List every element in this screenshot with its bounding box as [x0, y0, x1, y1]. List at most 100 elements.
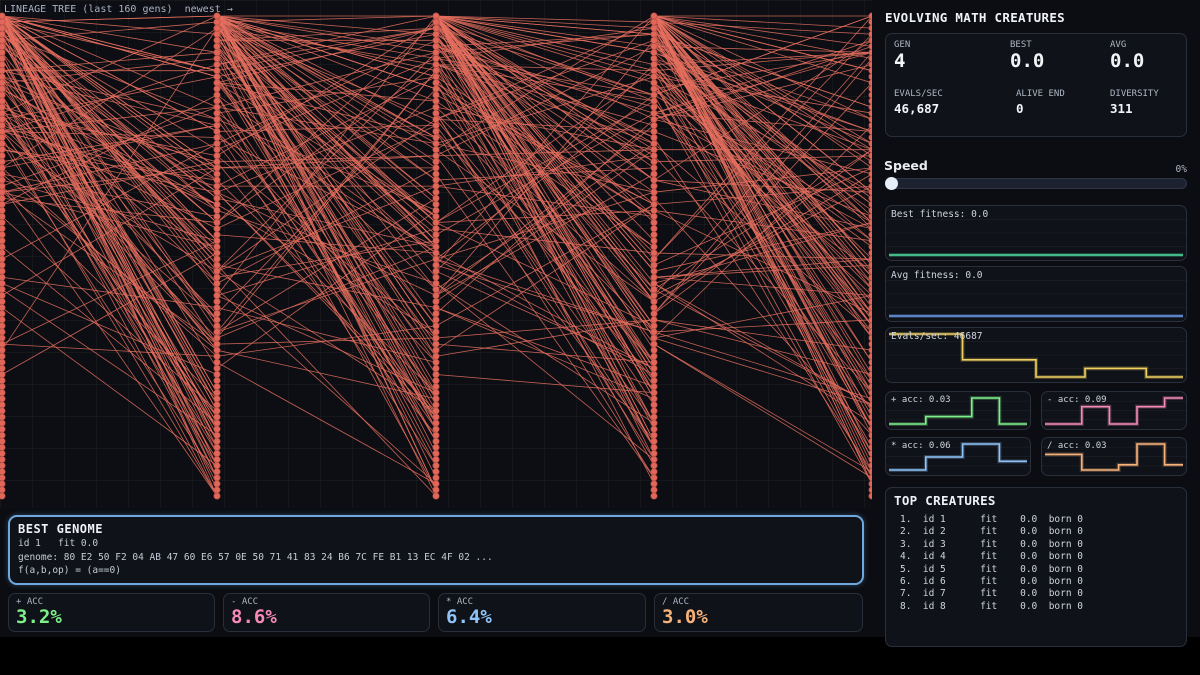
lineage-node[interactable]: [432, 370, 440, 378]
lineage-node[interactable]: [432, 67, 440, 75]
lineage-node[interactable]: [432, 231, 440, 239]
lineage-node[interactable]: [432, 115, 440, 123]
lineage-node[interactable]: [213, 285, 221, 293]
lineage-node[interactable]: [213, 206, 221, 214]
lineage-node[interactable]: [0, 389, 6, 397]
lineage-node[interactable]: [213, 407, 221, 415]
lineage-node[interactable]: [432, 456, 440, 464]
lineage-node[interactable]: [213, 67, 221, 75]
lineage-node[interactable]: [650, 456, 658, 464]
lineage-node[interactable]: [650, 182, 658, 190]
lineage-node[interactable]: [213, 437, 221, 445]
lineage-node[interactable]: [650, 67, 658, 75]
lineage-node[interactable]: [432, 285, 440, 293]
lineage-node[interactable]: [432, 200, 440, 208]
lineage-node[interactable]: [0, 474, 6, 482]
lineage-node[interactable]: [0, 140, 6, 148]
lineage-node[interactable]: [432, 134, 440, 142]
lineage-node[interactable]: [0, 261, 6, 269]
lineage-node[interactable]: [213, 413, 221, 421]
lineage-node[interactable]: [650, 486, 658, 494]
lineage-node[interactable]: [213, 79, 221, 87]
lineage-node[interactable]: [213, 449, 221, 457]
lineage-node[interactable]: [650, 24, 658, 32]
lineage-node[interactable]: [650, 188, 658, 196]
lineage-node[interactable]: [0, 30, 6, 38]
lineage-node[interactable]: [213, 358, 221, 366]
lineage-node[interactable]: [650, 291, 658, 299]
lineage-node[interactable]: [650, 55, 658, 63]
lineage-node[interactable]: [432, 334, 440, 342]
lineage-node[interactable]: [432, 164, 440, 172]
lineage-node[interactable]: [213, 273, 221, 281]
lineage-node[interactable]: [213, 328, 221, 336]
lineage-node[interactable]: [650, 358, 658, 366]
lineage-node[interactable]: [0, 492, 6, 500]
lineage-node[interactable]: [432, 449, 440, 457]
lineage-node[interactable]: [213, 85, 221, 93]
lineage-node[interactable]: [432, 24, 440, 32]
lineage-node[interactable]: [650, 249, 658, 257]
lineage-node[interactable]: [213, 401, 221, 409]
lineage-node[interactable]: [650, 462, 658, 470]
lineage-node[interactable]: [0, 231, 6, 239]
top-creature-row[interactable]: 1. id 1 fit 0.0 born 0: [900, 514, 1083, 526]
lineage-node[interactable]: [0, 419, 6, 427]
lineage-node[interactable]: [650, 219, 658, 227]
lineage-node[interactable]: [650, 328, 658, 336]
lineage-node[interactable]: [213, 456, 221, 464]
lineage-node[interactable]: [213, 316, 221, 324]
lineage-node[interactable]: [213, 213, 221, 221]
lineage-node[interactable]: [650, 79, 658, 87]
lineage-node[interactable]: [0, 158, 6, 166]
lineage-node[interactable]: [0, 24, 6, 32]
lineage-node[interactable]: [650, 194, 658, 202]
lineage-node[interactable]: [0, 328, 6, 336]
lineage-node[interactable]: [213, 298, 221, 306]
lineage-node[interactable]: [213, 91, 221, 99]
lineage-node[interactable]: [650, 425, 658, 433]
lineage-node[interactable]: [432, 474, 440, 482]
lineage-node[interactable]: [650, 146, 658, 154]
lineage-node[interactable]: [432, 480, 440, 488]
lineage-node[interactable]: [650, 200, 658, 208]
lineage-node[interactable]: [432, 364, 440, 372]
lineage-node[interactable]: [650, 346, 658, 354]
lineage-node[interactable]: [432, 267, 440, 275]
lineage-node[interactable]: [213, 443, 221, 451]
lineage-node[interactable]: [0, 182, 6, 190]
lineage-node[interactable]: [432, 158, 440, 166]
lineage-node[interactable]: [0, 194, 6, 202]
lineage-node[interactable]: [432, 225, 440, 233]
lineage-node[interactable]: [650, 30, 658, 38]
lineage-node[interactable]: [213, 291, 221, 299]
lineage-node[interactable]: [650, 97, 658, 105]
lineage-node[interactable]: [432, 109, 440, 117]
lineage-node[interactable]: [213, 18, 221, 26]
lineage-node[interactable]: [432, 340, 440, 348]
lineage-node[interactable]: [213, 127, 221, 135]
lineage-node[interactable]: [213, 279, 221, 287]
lineage-node[interactable]: [650, 468, 658, 476]
speed-slider-thumb[interactable]: [885, 177, 898, 190]
lineage-node[interactable]: [213, 322, 221, 330]
lineage-node[interactable]: [432, 85, 440, 93]
lineage-node[interactable]: [650, 370, 658, 378]
lineage-node[interactable]: [650, 243, 658, 251]
lineage-node[interactable]: [0, 334, 6, 342]
lineage-node[interactable]: [0, 480, 6, 488]
lineage-node[interactable]: [650, 437, 658, 445]
lineage-node[interactable]: [213, 267, 221, 275]
lineage-node[interactable]: [432, 407, 440, 415]
lineage-node[interactable]: [0, 176, 6, 184]
lineage-node[interactable]: [0, 449, 6, 457]
lineage-node[interactable]: [0, 164, 6, 172]
lineage-node[interactable]: [432, 121, 440, 129]
lineage-node[interactable]: [650, 261, 658, 269]
lineage-node[interactable]: [432, 206, 440, 214]
lineage-node[interactable]: [0, 377, 6, 385]
lineage-node[interactable]: [650, 364, 658, 372]
lineage-node[interactable]: [432, 291, 440, 299]
lineage-node[interactable]: [213, 109, 221, 117]
lineage-node[interactable]: [0, 267, 6, 275]
